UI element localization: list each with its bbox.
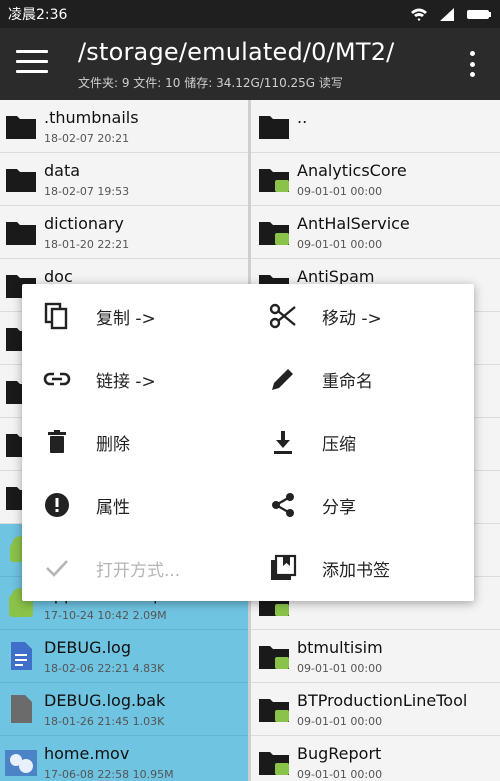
file-row[interactable]: DEBUG.log.bak 18-01-26 21:45 1.03K (0, 683, 248, 736)
trash-icon (42, 427, 72, 457)
folder-app-icon (257, 163, 291, 195)
pencil-icon (268, 364, 298, 394)
signal-icon (440, 8, 454, 21)
menu-item-download[interactable]: 压缩 (248, 410, 474, 473)
file-name: home.mov (44, 744, 130, 763)
file-name: AntHalService (297, 214, 410, 233)
folder-app-icon (257, 216, 291, 248)
status-time: 凌晨2:36 (8, 7, 68, 23)
folder-icon (4, 163, 38, 195)
menu-item-label: 添加书签 (322, 561, 390, 581)
file-row[interactable]: .. (251, 100, 500, 153)
folder-icon (4, 216, 38, 248)
file-name: DEBUG.log.bak (44, 691, 166, 710)
context-menu: 复制 -> 移动 -> 链接 -> 重命名删除 压缩属性 分享打开方式... 添加书签 (22, 284, 474, 601)
file-row[interactable]: dictionary 18-01-20 22:21 (0, 206, 248, 259)
menu-item-label: 删除 (96, 435, 130, 455)
file-meta: 18-02-07 19:53 (44, 185, 130, 198)
file-row[interactable]: BTProductionLineTool 09-01-01 00:00 (251, 683, 500, 736)
file-name: BugReport (297, 744, 382, 763)
video-thumbnail-icon (4, 746, 38, 778)
file-icon (4, 693, 38, 725)
file-meta: 18-02-07 20:21 (44, 132, 130, 145)
status-bar: 凌晨2:36 (0, 0, 500, 28)
folder-app-icon (257, 640, 291, 672)
scissors-icon (268, 301, 298, 331)
file-row[interactable]: .thumbnails 18-02-07 20:21 (0, 100, 248, 153)
folder-icon (4, 110, 38, 142)
info-icon (42, 490, 72, 520)
file-name: dictionary (44, 214, 124, 233)
more-options-icon[interactable] (468, 51, 476, 77)
menu-item-label: 属性 (96, 498, 130, 518)
wifi-icon (411, 8, 427, 21)
menu-item-link[interactable]: 链接 -> (22, 347, 248, 410)
menu-item-label: 重命名 (322, 372, 373, 392)
file-name: .thumbnails (44, 108, 139, 127)
file-name: btmultisim (297, 638, 383, 657)
menu-item-label: 移动 -> (322, 309, 382, 329)
file-row[interactable]: btmultisim 09-01-01 00:00 (251, 630, 500, 683)
folder-up-icon (257, 110, 291, 142)
menu-item-label: 链接 -> (96, 372, 156, 392)
file-meta: 09-01-01 00:00 (297, 662, 383, 675)
file-meta: 09-01-01 00:00 (297, 185, 383, 198)
file-meta: 09-01-01 00:00 (297, 768, 383, 781)
file-meta: 17-06-08 22:58 10.95M (44, 768, 174, 781)
bookmark-icon (268, 553, 298, 583)
file-name: AnalyticsCore (297, 161, 407, 180)
menu-item-label: 复制 -> (96, 309, 156, 329)
download-icon (268, 427, 298, 457)
menu-icon[interactable] (16, 50, 48, 76)
file-name: DEBUG.log (44, 638, 131, 657)
document-icon (4, 640, 38, 672)
storage-info: 文件夹: 9 文件: 10 储存: 34.12G/110.25G 读写 (78, 76, 343, 90)
menu-item-trash[interactable]: 删除 (22, 410, 248, 473)
file-row[interactable]: BugReport 09-01-01 00:00 (251, 736, 500, 781)
menu-item-bookmark[interactable]: 添加书签 (248, 536, 474, 599)
file-row[interactable]: AntHalService 09-01-01 00:00 (251, 206, 500, 259)
folder-app-icon (257, 746, 291, 778)
app-bar: /storage/emulated/0/MT2/ 文件夹: 9 文件: 10 储… (0, 28, 500, 100)
file-row[interactable]: data 18-02-07 19:53 (0, 153, 248, 206)
file-row[interactable]: DEBUG.log 18-02-06 22:21 4.83K (0, 630, 248, 683)
file-meta: 18-01-26 21:45 1.03K (44, 715, 165, 728)
file-name: .. (297, 108, 308, 127)
check-icon (42, 553, 72, 583)
file-meta: 18-02-06 22:21 4.83K (44, 662, 165, 675)
menu-item-label: 打开方式... (96, 561, 181, 581)
menu-item-pencil[interactable]: 重命名 (248, 347, 474, 410)
copy-icon (42, 301, 72, 331)
menu-item-label: 分享 (322, 498, 356, 518)
menu-item-info[interactable]: 属性 (22, 473, 248, 536)
file-name: BTProductionLineTool (297, 691, 468, 710)
file-name: data (44, 161, 81, 180)
share-icon (268, 490, 298, 520)
file-meta: 09-01-01 00:00 (297, 238, 383, 251)
menu-item-scissors[interactable]: 移动 -> (248, 284, 474, 347)
current-path: /storage/emulated/0/MT2/ (78, 38, 395, 66)
file-meta: 17-10-24 10:42 2.09M (44, 609, 167, 622)
file-meta: 09-01-01 00:00 (297, 715, 383, 728)
link-icon (42, 364, 72, 394)
menu-item-label: 压缩 (322, 435, 356, 455)
menu-item-copy[interactable]: 复制 -> (22, 284, 248, 347)
battery-icon (467, 10, 491, 19)
file-row[interactable]: AnalyticsCore 09-01-01 00:00 (251, 153, 500, 206)
file-meta: 18-01-20 22:21 (44, 238, 130, 251)
menu-item-share[interactable]: 分享 (248, 473, 474, 536)
menu-item-check: 打开方式... (22, 536, 248, 599)
file-row[interactable]: home.mov 17-06-08 22:58 10.95M (0, 736, 248, 781)
folder-app-icon (257, 693, 291, 725)
